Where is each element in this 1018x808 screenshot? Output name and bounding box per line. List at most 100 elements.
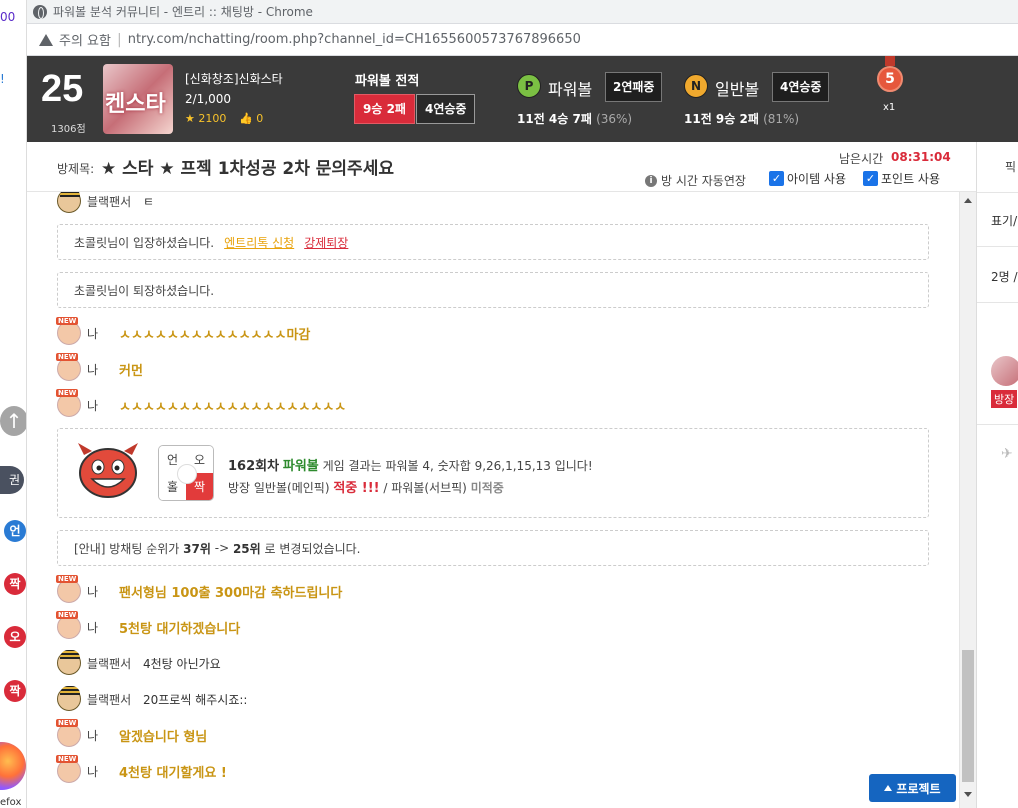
auto-extend-label[interactable]: 방 시간 자동연장 bbox=[661, 172, 746, 189]
main-pick-label: 방장 일반볼(메인픽) bbox=[228, 481, 330, 495]
point-use-checkbox[interactable]: ✓ 포인트 사용 bbox=[863, 170, 940, 187]
my-avatar-icon[interactable]: NEW bbox=[56, 353, 81, 381]
my-avatar-icon[interactable]: NEW bbox=[56, 317, 81, 345]
window-title: 파워볼 분석 커뮤니티 - 엔트리 :: 채팅방 - Chrome bbox=[53, 5, 313, 19]
ball-icon: 언 bbox=[4, 520, 26, 542]
auto-extend-option[interactable]: i 방 시간 자동연장 bbox=[645, 172, 746, 189]
chat-message: NEW 나 ㅅㅅㅅㅅㅅㅅㅅㅅㅅㅅㅅㅅㅅㅅㅅㅅㅅㅅㅅ bbox=[56, 389, 346, 418]
chat-text: 4천탕 아닌가요 bbox=[143, 656, 221, 671]
normalball-stats-main: 11전 9승 2패 bbox=[684, 112, 759, 126]
chat-nickname: 나 bbox=[87, 326, 99, 341]
member-count: 2/1,000 bbox=[185, 92, 232, 106]
scroll-up-arrow-icon[interactable] bbox=[964, 198, 972, 203]
divider bbox=[977, 246, 1018, 247]
user-avatar-icon[interactable] bbox=[57, 192, 81, 213]
side-panel-tab[interactable]: 픽 bbox=[1005, 158, 1016, 175]
chat-message: NEW 나 팬서형님 100출 300마감 축하드립니다 bbox=[56, 575, 342, 604]
item-use-checkbox[interactable]: ✓ 아이템 사용 bbox=[769, 170, 846, 187]
normalball-label: 일반볼 bbox=[715, 80, 760, 99]
scroll-down-arrow-icon[interactable] bbox=[964, 792, 972, 797]
normalball-stats: 11전 9승 2패 (81%) bbox=[684, 110, 799, 127]
ball-icon: 오 bbox=[4, 626, 26, 648]
my-avatar-icon[interactable]: NEW bbox=[56, 719, 81, 747]
chat-message: NEW 나 5천탕 대기하겠습니다 bbox=[56, 611, 240, 640]
chat-message: 블랙팬서 ㅌ bbox=[57, 192, 154, 214]
divider bbox=[977, 192, 1018, 193]
medal-icon[interactable]: 5 bbox=[877, 66, 903, 92]
chat-text: ㅅㅅㅅㅅㅅㅅㅅㅅㅅㅅㅅㅅㅅㅅ마감 bbox=[119, 327, 311, 343]
my-avatar-icon[interactable]: NEW bbox=[56, 575, 81, 603]
background-tag: 권 bbox=[0, 466, 24, 494]
chat-log[interactable]: 블랙팬서 ㅌ 초콜릿님이 입장하셨습니다. 엔트리톡 신청 강제퇴장 초콜릿님이… bbox=[27, 192, 959, 808]
record-win-loss: 9승 2패 bbox=[354, 94, 415, 124]
chat-nickname[interactable]: 블랙팬서 bbox=[87, 655, 135, 672]
pin-icon[interactable]: ✈ bbox=[1001, 446, 1013, 462]
warning-icon[interactable] bbox=[39, 33, 53, 46]
point-use-label[interactable]: 포인트 사용 bbox=[881, 170, 940, 187]
chat-message: NEW 나 커먼 bbox=[56, 353, 143, 382]
item-use-label[interactable]: 아이템 사용 bbox=[787, 170, 846, 187]
chat-nickname: 나 bbox=[87, 362, 99, 377]
chat-nickname[interactable]: 블랙팬서 bbox=[87, 691, 135, 708]
powerball-stats-pct: (36%) bbox=[596, 112, 633, 126]
chat-nickname[interactable]: 블랙팬서 bbox=[87, 193, 135, 210]
room-thumbnail[interactable]: 켄스타 bbox=[103, 64, 173, 134]
remaining-time: 08:31:04 bbox=[891, 150, 951, 164]
my-avatar-icon[interactable]: NEW bbox=[56, 611, 81, 639]
result-detail: 게임 결과는 파워볼 4, 숫자합 9,26,1,15,13 입니다! bbox=[322, 459, 593, 473]
rank-notice-suffix: 로 변경되었습니다. bbox=[264, 541, 361, 556]
room-owner-name[interactable]: [신화창조]신화스타 bbox=[185, 70, 283, 87]
chat-message: NEW 나 4천탕 대기할게요 ! bbox=[56, 755, 227, 784]
star-value: 2100 bbox=[198, 112, 227, 125]
new-badge: NEW bbox=[56, 353, 79, 361]
normalball-icon: N bbox=[684, 74, 708, 98]
rank-from: 37위 bbox=[183, 541, 211, 556]
project-button[interactable]: 프로젝트 bbox=[869, 774, 956, 802]
user-avatar-icon[interactable] bbox=[57, 686, 81, 711]
background-text: ! bbox=[0, 72, 5, 86]
remaining-time-label: 남은시간 bbox=[839, 152, 884, 166]
thumbs-up-icon: 👍 bbox=[239, 112, 253, 125]
chat-message: NEW 나 알겠습니다 형님 bbox=[56, 719, 208, 748]
host-avatar[interactable] bbox=[991, 356, 1018, 386]
chat-scrollbar[interactable] bbox=[959, 192, 976, 808]
project-button-label[interactable]: 프로젝트 bbox=[896, 780, 940, 797]
checkmark-icon[interactable]: ✓ bbox=[863, 171, 878, 186]
url-text[interactable]: ntry.com/nchatting/room.php?channel_id=C… bbox=[128, 32, 581, 47]
system-notice: 초콜릿님이 퇴장하셨습니다. bbox=[57, 272, 929, 308]
powerball-label: 파워볼 bbox=[548, 80, 593, 99]
new-badge: NEW bbox=[56, 611, 79, 619]
firefox-icon[interactable] bbox=[0, 742, 26, 790]
chat-nickname: 나 bbox=[87, 584, 99, 599]
system-notice: 초콜릿님이 입장하셨습니다. 엔트리톡 신청 강제퇴장 bbox=[57, 224, 929, 260]
normalball-streak: 4연승중 bbox=[772, 72, 830, 102]
medal-count: x1 bbox=[883, 102, 896, 113]
chat-message: 블랙팬서 20프로씩 해주시죠:: bbox=[57, 686, 247, 712]
chat-nickname: 나 bbox=[87, 398, 99, 413]
ball-icon: 짝 bbox=[4, 680, 26, 702]
scroll-thumb[interactable] bbox=[962, 650, 974, 782]
checkmark-icon[interactable]: ✓ bbox=[769, 171, 784, 186]
chat-nickname: 나 bbox=[87, 620, 99, 635]
room-rank: 25 bbox=[41, 68, 84, 110]
divider: | bbox=[116, 31, 122, 48]
result-summary: 162회차 파워볼 게임 결과는 파워볼 4, 숫자합 9,26,1,15,13… bbox=[228, 455, 593, 474]
powerball-streak: 2연패중 bbox=[605, 72, 663, 102]
room-points: 1306점 bbox=[51, 124, 86, 135]
kick-link[interactable]: 강제퇴장 bbox=[304, 234, 348, 251]
chat-text: 알겠습니다 형님 bbox=[119, 729, 208, 745]
my-avatar-icon[interactable]: NEW bbox=[56, 389, 81, 417]
security-label[interactable]: 주의 요함 bbox=[59, 30, 111, 49]
info-icon: i bbox=[645, 174, 657, 187]
scroll-top-icon[interactable]: ↑ bbox=[0, 406, 26, 436]
address-bar[interactable]: 주의 요함 | ntry.com/nchatting/room.php?chan… bbox=[27, 24, 1018, 56]
rank-notice: [안내] 방채팅 순위가 37위 -> 25위 로 변경되었습니다. bbox=[57, 530, 929, 566]
room-title-bar: 방제목: ★ 스타 ★ 프젝 1차성공 2차 문의주세요 남은시간 08:31:… bbox=[27, 142, 977, 192]
my-avatar-icon[interactable]: NEW bbox=[56, 755, 81, 783]
entry-talk-link[interactable]: 엔트리톡 신청 bbox=[224, 234, 294, 251]
chat-text: 4천탕 대기할게요 ! bbox=[119, 765, 227, 781]
background-window-strip: 00 ! ↑ 권 언 짝 오 짝 efox bbox=[0, 0, 27, 808]
user-avatar-icon[interactable] bbox=[57, 650, 81, 675]
chat-text: 20프로씩 해주시죠:: bbox=[143, 692, 248, 707]
miss-label: 미적중 bbox=[470, 481, 504, 495]
